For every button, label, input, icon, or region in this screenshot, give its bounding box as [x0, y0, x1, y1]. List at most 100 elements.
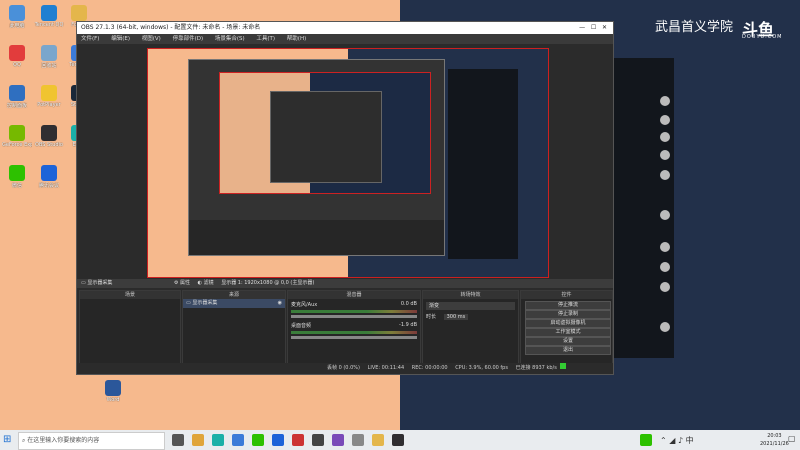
source-name-label: 显示器采集: [87, 280, 113, 286]
avatar[interactable]: [660, 242, 670, 252]
taskbar-clock[interactable]: 20:03 2021/11/26: [760, 432, 789, 448]
desktop-icon-label: 此电脑: [9, 23, 25, 29]
avatar[interactable]: [660, 115, 670, 125]
watermark-school-name: 武昌首义学院: [655, 20, 734, 35]
controls-header: 控件: [521, 291, 612, 299]
duration-input[interactable]: 300 ms: [443, 314, 469, 320]
desktop-icon[interactable]: Word: [98, 380, 128, 412]
nested-preview: [219, 72, 431, 194]
avatar[interactable]: [660, 262, 670, 272]
menu-tools[interactable]: 工具(T): [256, 36, 275, 42]
obs-menubar: 文件(F) 编辑(E) 视图(V) 停靠部件(D) 场景集合(S) 工具(T) …: [77, 34, 613, 44]
app-icon[interactable]: [292, 434, 304, 446]
mixer-channel-db: 0.0 dB: [400, 301, 417, 307]
properties-button[interactable]: 属性: [180, 280, 190, 286]
stop-recording-button[interactable]: 停止录制: [525, 310, 611, 319]
store-icon[interactable]: [232, 434, 244, 446]
desktop-icon-label: 控制面板: [6, 103, 27, 109]
desktop-icon[interactable]: 腾讯会议: [34, 165, 64, 197]
desktop-icon-label: 回收站: [41, 63, 57, 69]
desktop-icon[interactable]: 控制面板: [2, 85, 32, 117]
source-item[interactable]: ▭ 显示器采集 ◉: [183, 299, 285, 308]
avatar[interactable]: [660, 96, 670, 106]
obs-icon[interactable]: [392, 434, 404, 446]
taskbar-search[interactable]: ⌕ 在这里输入你要搜索的内容: [18, 432, 165, 450]
avatar[interactable]: [660, 210, 670, 220]
app-icon: [41, 125, 57, 141]
studio-mode-button[interactable]: 工作室模式: [525, 328, 611, 337]
windows-start-icon[interactable]: ⊞: [3, 434, 11, 445]
obs-source-toolbar: ▭ 显示器采集 ⚙ 属性 ◐ 滤镜 显示器 1: 1920x1080 @ 0,0…: [77, 279, 613, 288]
menu-view[interactable]: 视图(V): [142, 36, 161, 42]
nested-docks: [189, 220, 444, 255]
desktop-icon[interactable]: QQ: [2, 45, 32, 77]
tray-wechat-icon[interactable]: [640, 434, 652, 446]
duration-label: 时长: [426, 314, 437, 320]
menu-docks[interactable]: 停靠部件(D): [173, 36, 204, 42]
menu-help[interactable]: 帮助(H): [287, 36, 306, 42]
connection-indicator: [560, 363, 567, 369]
transition-select[interactable]: 渐变: [426, 302, 515, 310]
exit-button[interactable]: 退出: [525, 346, 611, 355]
volume-meter: [291, 310, 417, 313]
tray-icons[interactable]: ⌃ ◢ ♪ 中: [660, 435, 694, 446]
search-placeholder: 在这里输入你要搜索的内容: [27, 437, 100, 444]
app-icon: [9, 45, 25, 61]
menu-scene-collection[interactable]: 场景集合(S): [215, 36, 245, 42]
window-controls[interactable]: — ☐ ✕: [579, 22, 607, 34]
volume-slider[interactable]: [291, 336, 417, 339]
display-select[interactable]: 显示器 1: 1920x1080 @ 0,0 (主显示器): [221, 280, 314, 286]
filters-button[interactable]: 滤镜: [204, 280, 214, 286]
menu-edit[interactable]: 编辑(E): [111, 36, 130, 42]
edge-icon[interactable]: [212, 434, 224, 446]
search-icon: ⌕: [22, 437, 26, 444]
filter-icon[interactable]: ◐: [198, 280, 202, 286]
app-icon: [41, 5, 57, 21]
app-icon[interactable]: [332, 434, 344, 446]
desktop-icon[interactable]: 此电脑: [2, 5, 32, 37]
volume-slider[interactable]: [291, 315, 417, 318]
avatar[interactable]: [660, 170, 670, 180]
mixer-channel-db: -1.9 dB: [399, 322, 417, 328]
eye-icon[interactable]: ◉: [278, 299, 282, 308]
desktop-icon-label: 腾讯会议: [38, 183, 59, 189]
avatar[interactable]: [660, 322, 670, 332]
app-icon: [71, 5, 87, 21]
desktop-icon[interactable]: 回收站: [34, 45, 64, 77]
app-icon: [9, 85, 25, 101]
scenes-header: 场景: [80, 291, 180, 299]
stop-stream-button[interactable]: 停止推流: [525, 301, 611, 310]
avatar[interactable]: [660, 132, 670, 142]
desktop-icon[interactable]: OBS Studio: [34, 125, 64, 157]
task-view-icon[interactable]: [172, 434, 184, 446]
gear-icon[interactable]: ⚙: [174, 280, 178, 286]
obs-preview[interactable]: [147, 48, 549, 278]
qq-icon[interactable]: [272, 434, 284, 446]
app-icon: [9, 125, 25, 141]
virtual-camera-button[interactable]: 启动虚拟摄像机: [525, 319, 611, 328]
obs-icon[interactable]: [312, 434, 324, 446]
sources-dock: 来源 ▭ 显示器采集 ◉ ＋ － ⚙ ∧ ∨: [182, 290, 286, 374]
wechat-icon[interactable]: [252, 434, 264, 446]
taskbar: ⊞ ⌕ 在这里输入你要搜索的内容 ⌃ ◢ ♪ 中 20:03 2021/11/2…: [0, 430, 800, 450]
avatar[interactable]: [660, 282, 670, 292]
desktop-icon[interactable]: GeForce Experience: [2, 125, 32, 157]
app-icon[interactable]: [352, 434, 364, 446]
scenes-dock: 场景 ＋ － ∧ ∨: [79, 290, 181, 374]
desktop-icon-label: Tencent QQ: [34, 22, 64, 28]
dropped-frames: 丢帧 0 (0.0%): [327, 365, 360, 371]
desktop-icon[interactable]: 微信: [2, 165, 32, 197]
menu-file[interactable]: 文件(F): [81, 36, 99, 42]
explorer-icon[interactable]: [192, 434, 204, 446]
nested-obs-window: [188, 59, 445, 256]
notification-icon[interactable]: ▢: [788, 434, 796, 443]
avatar[interactable]: [660, 150, 670, 160]
cpu-fps: CPU: 3.9%, 60.00 fps: [455, 365, 508, 371]
desktop-icon[interactable]: Tencent QQ: [34, 5, 64, 37]
desktop-icon[interactable]: PotPlayer: [34, 85, 64, 117]
sources-header: 来源: [183, 291, 285, 299]
settings-button[interactable]: 设置: [525, 337, 611, 346]
app-icon: [9, 165, 25, 181]
folder-icon[interactable]: [372, 434, 384, 446]
obs-statusbar: 丢帧 0 (0.0%) LIVE: 00:11:44 REC: 00:00:00…: [77, 363, 613, 374]
